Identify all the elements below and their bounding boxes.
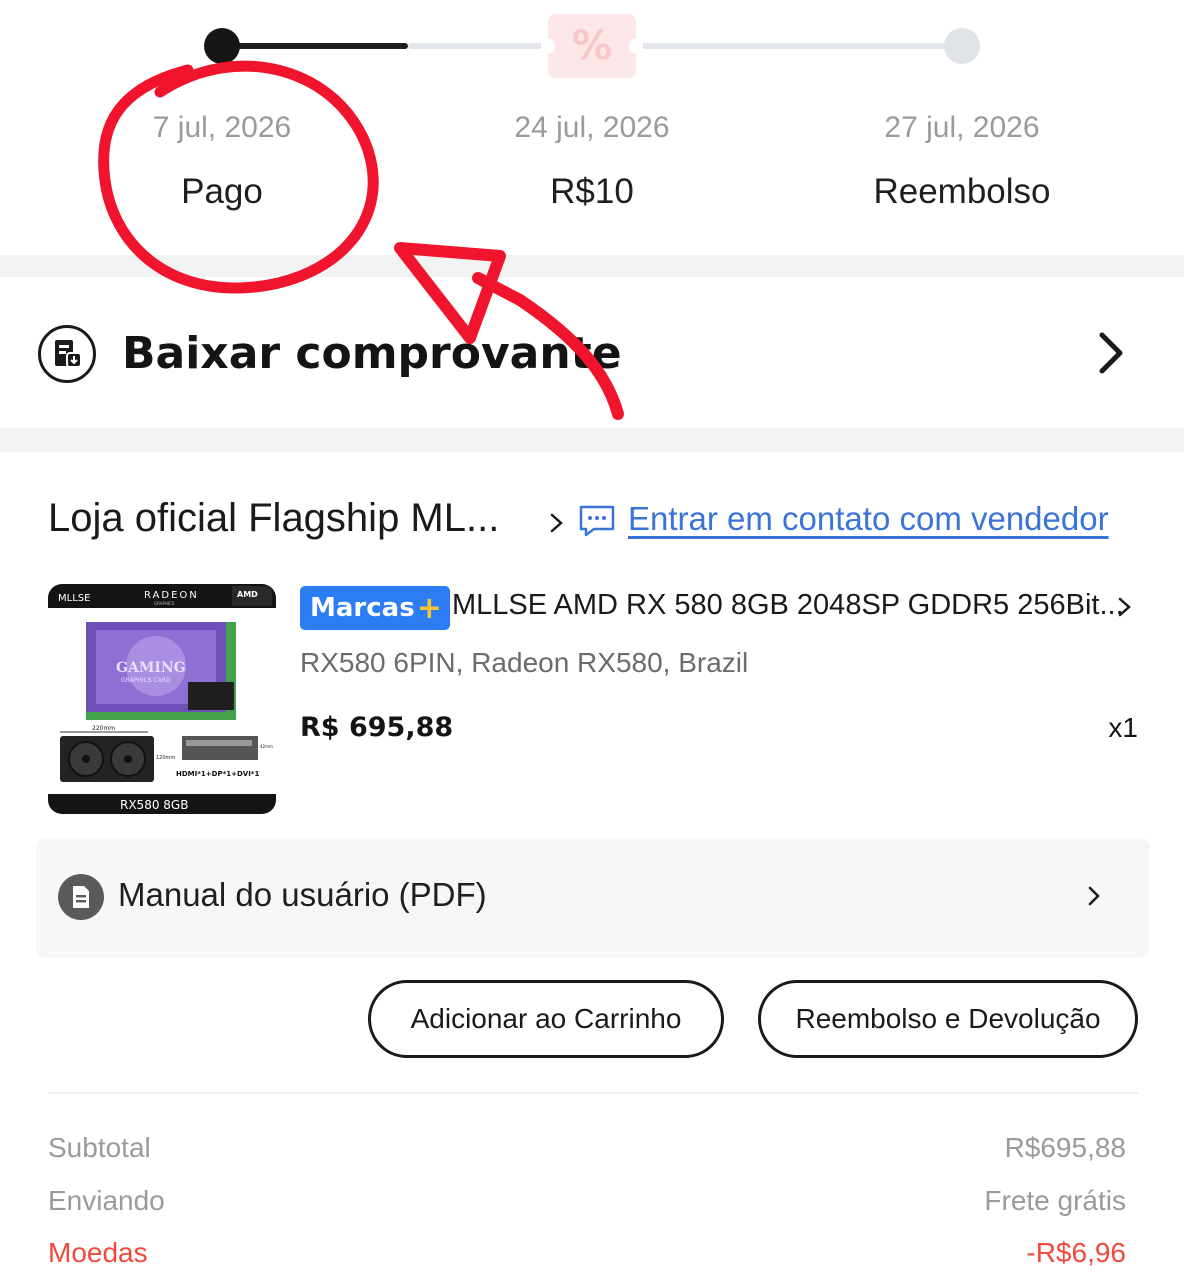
badge-text: Marcas (310, 593, 415, 623)
download-receipt-label: Baixar comprovante (122, 328, 622, 379)
image-dim-height: 120mm (156, 755, 175, 761)
product-quantity: x1 (1108, 712, 1138, 743)
user-manual-label: Manual do usuário (PDF) (118, 876, 487, 913)
step-dot-pending (944, 28, 980, 64)
product-title-link[interactable]: MLLSE AMD RX 580 8GB 2048SP GDDR5 256Bit… (452, 589, 1124, 622)
summary-value: R$695,88 (1004, 1132, 1126, 1163)
refund-return-button[interactable]: Reembolso e Devolução (758, 980, 1138, 1058)
progress-track-pending (408, 43, 550, 49)
badge-plus: + (416, 590, 442, 626)
receipt-download-icon (38, 325, 96, 383)
section-divider (0, 255, 1184, 277)
step-label: Pago (181, 172, 263, 211)
store-header: Loja oficial Flagship ML... Entrar em co… (48, 490, 1148, 550)
progress-track-pending (638, 43, 960, 49)
image-ports-text: HDMI*1+DP*1+DVI*1 (176, 770, 259, 778)
summary-row-shipping: Enviando Frete grátis (48, 1185, 1126, 1225)
summary-label: Moedas (48, 1237, 148, 1268)
step-date: 7 jul, 2026 (152, 111, 292, 144)
marcas-plus-badge: Marcas + (300, 586, 450, 630)
image-dim-width: 220mm (92, 725, 115, 732)
chevron-right-icon (550, 513, 563, 533)
image-box-text: GAMING (116, 660, 186, 676)
chevron-right-icon (1118, 597, 1131, 617)
step-label: R$10 (550, 172, 634, 211)
timeline-step-refund: 27 jul, 2026 Reembolso (812, 108, 1112, 212)
document-icon (58, 874, 104, 920)
user-manual-row[interactable]: Manual do usuário (PDF) (36, 838, 1150, 958)
image-dim-side: 42mm (260, 744, 273, 749)
image-box-sub-text: GRAPHICS CARD (121, 677, 171, 684)
summary-row-coins: Moedas -R$6,96 (48, 1237, 1126, 1277)
chat-bubble-icon[interactable] (578, 504, 616, 538)
store-name-link[interactable]: Loja oficial Flagship ML... (48, 496, 499, 541)
progress-track-completed (222, 43, 408, 49)
chevron-right-icon (1088, 886, 1100, 906)
image-amd-text: AMD (237, 590, 258, 599)
summary-label: Enviando (48, 1185, 165, 1216)
add-to-cart-button[interactable]: Adicionar ao Carrinho (368, 980, 724, 1058)
section-divider (0, 428, 1184, 452)
contact-seller-link[interactable]: Entrar em contato com vendedor (628, 500, 1109, 538)
section-divider (48, 1092, 1138, 1094)
product-image[interactable]: MLLSE RADEON GRAPHICS AMD GAMING GRAPHIC… (48, 584, 276, 814)
image-series-text: RADEON (144, 590, 199, 601)
step-dot-current (204, 28, 240, 64)
summary-value: Frete grátis (984, 1185, 1126, 1216)
step-date: 27 jul, 2026 (884, 111, 1040, 144)
timeline-step-coupon: 24 jul, 2026 R$10 (442, 108, 742, 212)
timeline-step-paid: 7 jul, 2026 Pago (72, 108, 372, 212)
image-series-sub-text: GRAPHICS (154, 601, 175, 606)
product-price: R$ 695,88 (300, 712, 454, 743)
download-receipt-row[interactable]: Baixar comprovante (0, 277, 1184, 428)
summary-value: -R$6,96 (1026, 1237, 1126, 1268)
summary-row-subtotal: Subtotal R$695,88 (48, 1132, 1126, 1172)
step-date: 24 jul, 2026 (514, 111, 670, 144)
image-footer-text: RX580 8GB (120, 798, 188, 812)
order-progress-timeline: % 7 jul, 2026 Pago 24 jul, 2026 R$10 27 … (0, 0, 1184, 255)
percent-coupon-icon: % (541, 14, 643, 78)
step-label: Reembolso (873, 172, 1051, 211)
summary-label: Subtotal (48, 1132, 151, 1163)
product-variant: RX580 6PIN, Radeon RX580, Brazil (300, 647, 749, 678)
chevron-right-icon (1099, 332, 1123, 374)
image-brand-text: MLLSE (58, 593, 90, 604)
